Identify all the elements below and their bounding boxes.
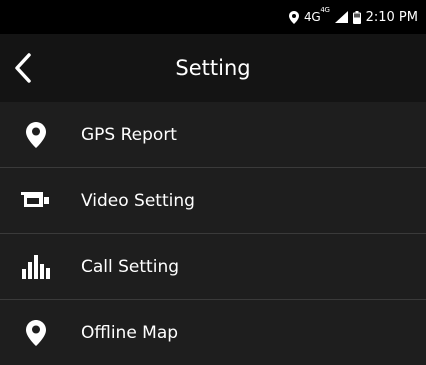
settings-item-video-setting[interactable]: Video Setting xyxy=(0,168,426,234)
location-icon xyxy=(288,10,299,24)
video-camera-icon xyxy=(20,185,52,217)
status-bar: 4G4G 2:10 PM xyxy=(0,0,426,34)
battery-icon xyxy=(352,10,361,24)
app-header: Setting xyxy=(0,34,426,102)
signal-icon xyxy=(334,11,348,23)
settings-item-label: GPS Report xyxy=(81,124,177,145)
settings-item-label: Offline Map xyxy=(81,322,179,343)
settings-item-call-setting[interactable]: Call Setting xyxy=(0,234,426,300)
map-pin-icon xyxy=(20,317,52,349)
settings-item-offline-map[interactable]: Offline Map xyxy=(0,300,426,365)
page-title: Setting xyxy=(175,56,251,80)
map-pin-icon xyxy=(20,119,52,151)
settings-item-label: Video Setting xyxy=(81,190,195,211)
clock: 2:10 PM xyxy=(365,9,418,25)
status-icons: 4G4G 2:10 PM xyxy=(288,0,418,34)
settings-list: GPS Report Video Setting Call Setting Of… xyxy=(0,102,426,365)
settings-item-gps-report[interactable]: GPS Report xyxy=(0,102,426,168)
equalizer-icon xyxy=(20,251,52,283)
network-type: 4G4G xyxy=(303,6,330,24)
settings-item-label: Call Setting xyxy=(81,256,180,277)
